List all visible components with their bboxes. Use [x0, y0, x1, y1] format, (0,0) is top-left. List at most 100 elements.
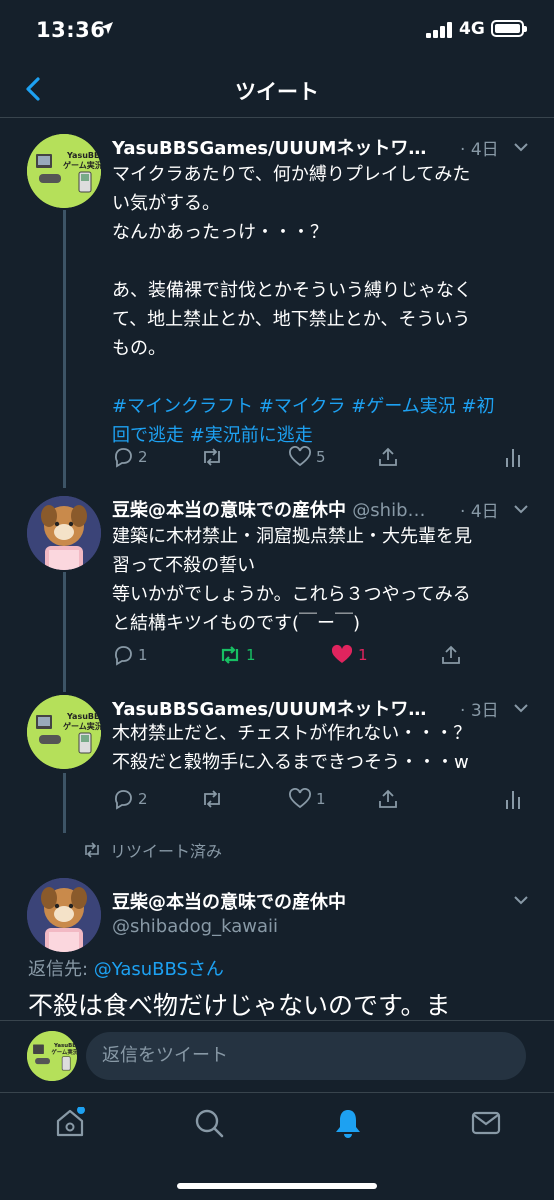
tweet-timestamp: · 3日 — [460, 696, 499, 721]
status-bar: 13:36 4G — [0, 0, 554, 60]
chevron-down-icon[interactable] — [513, 703, 529, 713]
shiba-avatar-image — [27, 496, 101, 570]
tweet-author-name[interactable]: YasuBBSGames/UUUMネットワ… — [112, 695, 426, 721]
tweet-author-name[interactable]: YasuBBSGames/UUUMネットワ… — [112, 134, 426, 160]
thread-line — [63, 773, 66, 833]
separator-dot: · — [460, 502, 466, 522]
reply-input[interactable]: 返信をツイート — [86, 1032, 526, 1080]
share-button[interactable] — [377, 442, 403, 472]
navigation-bar: ツイート — [0, 60, 554, 118]
tweet-author-name[interactable]: 豆柴@本当の意味での産休中 @shib… — [112, 496, 426, 522]
tweet-text: 建築に木材禁止・洞窟拠点禁止・大先輩を見 習って不殺の誓い 等いかがでしょうか。… — [112, 522, 532, 638]
thread-line — [63, 210, 66, 488]
reply-button[interactable]: 2 — [112, 784, 148, 814]
avatar[interactable] — [27, 878, 101, 952]
reply-to-line: 返信先: @YasuBBSさん — [28, 955, 224, 981]
tweet-line: マイクラあたりで、何か縛りプレイしてみた — [112, 164, 471, 185]
home-icon[interactable] — [54, 1107, 86, 1139]
share-icon — [379, 789, 397, 808]
like-button[interactable]: 5 — [288, 442, 326, 472]
tweet-line: て、地上禁止とか、地下禁止とか、そういう — [112, 309, 471, 330]
tweet-actions: 2 1 — [112, 784, 532, 814]
reply-button[interactable]: 2 — [112, 442, 148, 472]
tweet-time: 4日 — [470, 140, 499, 160]
reply-prefix: 返信先: — [28, 959, 94, 980]
reply-composer: YasuBBS ゲーム実況 返信をツイート — [0, 1020, 554, 1090]
tweet-actions: 1 1 1 — [112, 640, 532, 670]
tweet-line: 建築に木材禁止・洞窟拠点禁止・大先輩を見 — [112, 526, 472, 547]
network-type: 4G — [459, 19, 485, 39]
avatar[interactable]: YasuBBS ゲーム実況 — [27, 134, 101, 208]
cellular-signal-icon — [426, 22, 452, 38]
reply-button[interactable]: 1 — [112, 640, 148, 670]
tweet-line: い気がする。 — [112, 193, 220, 214]
battery-icon — [491, 20, 527, 37]
reply-count: 2 — [138, 790, 148, 808]
tweet-timestamp: · 4日 — [460, 497, 499, 522]
chevron-down-icon[interactable] — [513, 504, 529, 514]
tweet-line: 習って不殺の誓い — [112, 555, 256, 576]
share-button[interactable] — [377, 784, 403, 814]
like-count: 1 — [358, 646, 368, 664]
tweet-timestamp: · 4日 — [460, 135, 499, 160]
like-button[interactable]: 1 — [288, 784, 326, 814]
hashtag-link[interactable]: #マインクラフト #マイクラ #ゲーム実況 #初 — [112, 392, 532, 421]
status-time: 13:36 — [36, 18, 106, 42]
yasubbs-logo: YasuBBS ゲーム実況 — [27, 134, 101, 208]
retweet-button[interactable]: 1 — [218, 640, 256, 670]
tweet-actions: 2 5 — [112, 442, 532, 472]
analytics-button[interactable] — [504, 442, 526, 472]
reply-icon — [114, 448, 132, 468]
heart-icon — [289, 446, 311, 467]
tweet-time: 4日 — [470, 502, 499, 522]
location-arrow-icon — [101, 22, 113, 34]
author-display-name: 豆柴@本当の意味での産休中 — [112, 500, 346, 521]
retweet-button[interactable] — [200, 442, 228, 472]
author-handle: @shib… — [352, 500, 426, 521]
notifications-icon[interactable] — [332, 1107, 364, 1139]
retweeted-label: リツイート済み — [110, 842, 223, 861]
reply-count: 2 — [138, 448, 148, 466]
search-icon[interactable] — [193, 1107, 225, 1139]
mention-link[interactable]: @YasuBBSさん — [94, 959, 224, 980]
tweet-line: なんかあったっけ・・・？ — [112, 222, 328, 243]
chevron-down-icon[interactable] — [513, 895, 529, 905]
tweet-time: 3日 — [470, 701, 499, 721]
like-count: 5 — [316, 448, 326, 466]
yasubbs-logo: YasuBBS ゲーム実況 — [27, 1031, 77, 1081]
heart-icon — [289, 788, 311, 809]
yasubbs-logo: YasuBBS ゲーム実況 — [27, 695, 101, 769]
svg-text:YasuBBS: YasuBBS — [66, 151, 101, 160]
like-count: 1 — [316, 790, 326, 808]
own-avatar: YasuBBS ゲーム実況 — [27, 1031, 77, 1081]
retweeted-indicator: リツイート済み — [82, 838, 222, 862]
messages-icon[interactable] — [470, 1107, 502, 1139]
avatar[interactable]: YasuBBS ゲーム実況 — [27, 695, 101, 769]
home-indicator — [177, 1183, 377, 1189]
focus-author-name[interactable]: 豆柴@本当の意味での産休中 — [112, 888, 346, 914]
svg-text:YasuBBS: YasuBBS — [66, 712, 101, 721]
focus-tweet-text: 不殺は食べ物だけじゃないのです。ま — [28, 991, 451, 1020]
share-icon — [379, 447, 397, 466]
share-icon — [442, 645, 460, 664]
retweet-icon — [204, 790, 220, 808]
chevron-down-icon[interactable] — [513, 142, 529, 152]
retweet-button[interactable] — [200, 784, 228, 814]
page-title: ツイート — [235, 80, 319, 104]
focus-author-handle[interactable]: @shibadog_kawaii — [112, 916, 278, 937]
retweet-icon — [221, 646, 239, 664]
tweet-line: あ、装備裸で討伐とかそういう縛りじゃなく — [112, 280, 472, 301]
avatar[interactable] — [27, 496, 101, 570]
svg-text:ゲーム実況: ゲーム実況 — [63, 721, 101, 731]
shiba-avatar-image — [27, 878, 101, 952]
reply-icon — [114, 790, 132, 810]
bar-chart-icon — [506, 449, 520, 467]
thread-line — [63, 572, 66, 692]
share-button[interactable] — [440, 640, 466, 670]
svg-text:ゲーム実況: ゲーム実況 — [63, 160, 101, 170]
tweet-line: 不殺だと穀物手に入るまできつそう・・・w — [112, 752, 469, 773]
analytics-button[interactable] — [504, 784, 526, 814]
retweet-count: 1 — [246, 646, 256, 664]
like-button[interactable]: 1 — [330, 640, 368, 670]
reply-icon — [114, 646, 132, 666]
